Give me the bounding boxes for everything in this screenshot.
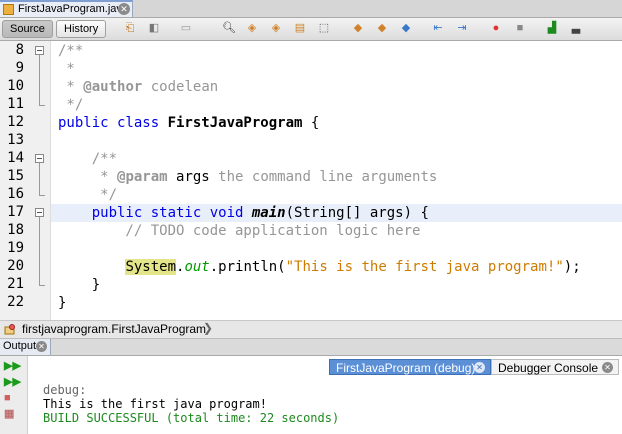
fold-guide	[39, 217, 40, 285]
tab-debug-label: FirstJavaProgram (debug)	[336, 361, 476, 375]
close-output-icon[interactable]: ✕	[36, 341, 47, 352]
toggle-highlight-icon[interactable]: ▤	[294, 22, 306, 34]
line-number: 12	[7, 114, 24, 130]
tab-console-label: Debugger Console	[498, 361, 599, 375]
line-number: 8	[15, 42, 24, 58]
fold-toggle-icon[interactable]	[35, 154, 44, 163]
line-number: 15	[7, 168, 24, 184]
line-number: 13	[7, 132, 24, 148]
history-button[interactable]: History	[56, 20, 107, 38]
rect-select-icon[interactable]: ⬚	[318, 22, 330, 34]
find-next-icon[interactable]: ◈	[270, 22, 282, 34]
next-bookmark-icon[interactable]: ◆	[376, 22, 388, 34]
code-line-21: }	[58, 277, 101, 293]
line-number: 11	[7, 96, 24, 112]
find-previous-icon[interactable]: ◈	[246, 22, 258, 34]
fold-toggle-icon[interactable]	[35, 46, 44, 55]
console-line: This is the first java program!	[43, 397, 267, 411]
code-line-15: * @param args the command line arguments	[58, 169, 438, 185]
chevron-right-icon[interactable]: ❯	[203, 321, 213, 335]
file-tab-label: FirstJavaProgram.java	[18, 3, 129, 15]
fold-guide-end	[39, 105, 45, 106]
back-icon[interactable]: ◧	[148, 22, 160, 34]
close-tab-icon[interactable]: ✕	[118, 3, 130, 15]
start-macro-icon[interactable]: ●	[490, 22, 502, 34]
clear-output-icon[interactable]: ▦	[4, 408, 18, 420]
code-line-17: public static void main(String[] args) {	[58, 205, 429, 221]
output-tab[interactable]: Output ✕	[0, 339, 51, 355]
output-console[interactable]: debug: This is the first java program! B…	[28, 378, 622, 434]
line-number: 14	[7, 150, 24, 166]
code-line-12: public class FirstJavaProgram {	[58, 115, 320, 131]
class-icon	[4, 324, 15, 335]
line-number: 18	[7, 222, 24, 238]
previous-bookmark-icon[interactable]: ◆	[352, 22, 364, 34]
fold-guide-end	[39, 285, 45, 286]
shift-right-icon[interactable]: ⇥	[456, 22, 468, 34]
java-file-icon	[3, 4, 14, 15]
find-icon[interactable]: 🔍︎	[222, 22, 236, 34]
file-tab-firstjavaprogram[interactable]: FirstJavaProgram.java ✕	[0, 0, 133, 17]
output-tab-label: Output	[3, 340, 37, 352]
console-line: debug:	[43, 383, 87, 397]
editor-toolbar: Source History ⎗ ◧ ▭ 🔍︎ ◈ ◈ ▤ ⬚ ◆ ◆ ◆ ⇤ …	[0, 18, 622, 41]
rerun-with-params-icon[interactable]: ▶▶	[4, 376, 21, 388]
code-line-20: System.out.println("This is the first ja…	[125, 259, 581, 275]
source-button[interactable]: Source	[2, 20, 53, 38]
stop-macro-icon[interactable]: ■	[514, 22, 526, 34]
build-status-line: BUILD SUCCESSFUL (total time: 22 seconds…	[43, 411, 340, 425]
fold-guide	[39, 163, 40, 195]
fold-guide	[39, 55, 40, 105]
code-line-8: /**	[58, 43, 84, 59]
toggle-bookmark-icon[interactable]: ◆	[400, 22, 412, 34]
breadcrumb-item[interactable]: firstjavaprogram.FirstJavaProgram	[22, 322, 206, 336]
output-tab-strip	[0, 339, 622, 356]
code-line-9: *	[58, 61, 75, 77]
line-number: 21	[7, 276, 24, 292]
line-number: 19	[7, 240, 24, 256]
last-edit-icon[interactable]: ⎗	[124, 22, 136, 34]
rerun-icon[interactable]: ▶▶	[4, 360, 21, 372]
tab-debugger-console[interactable]: Debugger Console ✕	[491, 359, 619, 375]
shift-left-icon[interactable]: ⇤	[432, 22, 444, 34]
fold-guide-end	[39, 195, 45, 196]
line-number: 17	[7, 204, 24, 220]
close-debug-tab-icon[interactable]: ✕	[474, 362, 485, 373]
line-number: 22	[7, 294, 24, 310]
line-number: 9	[15, 60, 24, 76]
tab-debug-output[interactable]: FirstJavaProgram (debug) ✕	[329, 359, 491, 375]
code-line-11: */	[58, 97, 84, 113]
code-line-22: }	[58, 295, 67, 311]
code-line-14: /**	[58, 151, 118, 167]
diff-icon[interactable]: ▃	[570, 22, 582, 34]
line-number-gutter: 8 9 10 11 12 13 14 15 16 17 18 19 20 21 …	[0, 41, 51, 320]
line-number: 16	[7, 186, 24, 202]
code-line-10: * @author codelean	[58, 79, 219, 95]
forward-icon[interactable]: ▭	[180, 22, 192, 34]
fold-toggle-icon[interactable]	[35, 208, 44, 217]
stop-icon[interactable]: ■	[4, 392, 18, 404]
history-chart-icon[interactable]: ▟	[546, 22, 558, 34]
output-side-toolbar: ▶▶ ▶▶ ■ ▦	[0, 356, 28, 434]
output-subtabs: FirstJavaProgram (debug) ✕ Debugger Cons…	[28, 356, 622, 378]
code-line-16: */	[58, 187, 118, 203]
line-number: 10	[7, 78, 24, 94]
close-console-tab-icon[interactable]: ✕	[602, 362, 613, 373]
breadcrumb: firstjavaprogram.FirstJavaProgram ❯	[0, 320, 622, 339]
line-number: 20	[7, 258, 24, 274]
code-line-18: // TODO code application logic here	[58, 223, 421, 239]
